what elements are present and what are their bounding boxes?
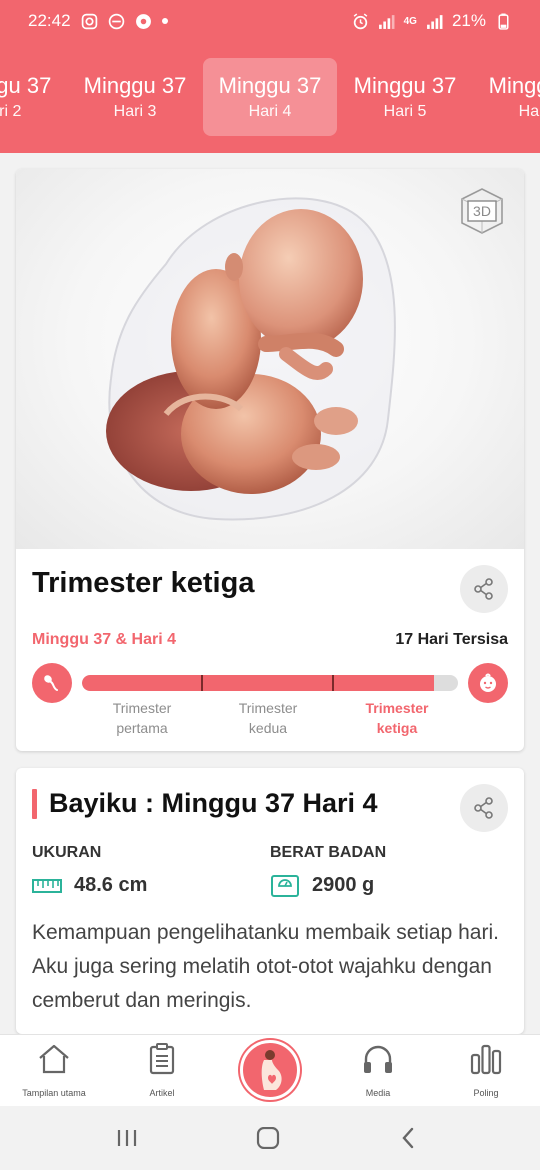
article-icon: [149, 1043, 175, 1075]
pregnancy-progress-bar: [82, 675, 458, 691]
home-button[interactable]: [253, 1126, 283, 1150]
days-remaining: 17 Hari Tersisa: [395, 631, 508, 648]
day-tab-day: Hari 3: [113, 103, 157, 120]
ruler-icon: [32, 878, 62, 893]
alarm-icon: [353, 12, 367, 29]
day-tab[interactable]: Minggu 37 Hari 6: [473, 58, 540, 136]
title-accent-bar: [32, 789, 37, 819]
home-icon: [39, 1044, 69, 1074]
share-button[interactable]: [460, 784, 508, 832]
size-label: UKURAN: [32, 844, 102, 861]
baby-week-title: Bayiku : Minggu 37 Hari 4: [49, 788, 378, 818]
instagram-icon: [81, 13, 97, 29]
baby-description: Kemampuan pengelihatanku membaik setiap …: [32, 921, 499, 1012]
weight-value: 2900 g: [312, 874, 375, 896]
share-icon: [474, 578, 493, 600]
day-tab-week: Minggu 37: [83, 73, 187, 98]
trimester-3-label: Trimester ketiga: [342, 698, 452, 738]
nav-articles-label: Artikel: [149, 1088, 175, 1098]
network-type: 4G: [403, 15, 417, 27]
back-arrow-icon: [402, 1127, 414, 1149]
day-tab-week: Minggu 37: [488, 73, 540, 98]
day-tab[interactable]: Minggu 37 Hari 2: [0, 58, 67, 136]
nav-media-label: Media: [365, 1088, 391, 1098]
weight-value-row: 2900 g: [270, 874, 374, 897]
day-tab-week: Minggu 37: [353, 73, 457, 98]
trimester-1-line1: Trimester: [112, 700, 172, 716]
do-not-disturb-icon: [108, 13, 124, 29]
day-tab-week: Minggu 37: [0, 73, 52, 98]
poll-icon: [470, 1044, 502, 1075]
size-value: 48.6 cm: [74, 874, 148, 896]
trimester-2-line2: kedua: [248, 720, 288, 736]
share-icon: [474, 797, 493, 819]
baby-info-card: Bayiku : Minggu 37 Hari 4 UKURAN 48.6 cm…: [16, 768, 524, 1034]
trimester-3-line2: ketiga: [376, 720, 418, 736]
3d-view-icon[interactable]: 3D: [456, 185, 508, 237]
recent-apps-button[interactable]: [112, 1126, 142, 1150]
trimester-2-line1: Trimester: [238, 700, 298, 716]
sperm-icon-button: [32, 663, 72, 703]
baby-face-icon: [480, 673, 496, 692]
fetus-illustration: [106, 197, 396, 521]
trimester-3-line1: Trimester: [365, 700, 429, 716]
sperm-icon: [44, 675, 58, 691]
nav-home-label: Tampilan utama: [22, 1088, 86, 1098]
nav-media[interactable]: Media: [324, 1043, 432, 1098]
headphones-icon: [364, 1045, 392, 1073]
nav-poll-label: Poling: [473, 1088, 499, 1098]
notification-dot: [161, 18, 168, 24]
system-navigation-bar: [0, 1106, 540, 1170]
nav-home[interactable]: Tampilan utama: [0, 1043, 108, 1098]
nav-articles[interactable]: Artikel: [108, 1043, 216, 1098]
trimester-divider: [332, 675, 334, 691]
3d-badge-label: 3D: [473, 203, 491, 219]
status-time: 22:42: [28, 11, 71, 30]
day-tab-day: Hari 2: [0, 103, 22, 120]
day-tab-week: Minggu 37: [218, 73, 322, 98]
day-tab[interactable]: Minggu 37 Hari 3: [68, 58, 202, 136]
size-value-row: 48.6 cm: [32, 874, 147, 897]
trimester-1-label: Trimester pertama: [87, 698, 197, 738]
current-week-label: Minggu 37 & Hari 4: [32, 631, 177, 648]
home-circle-icon: [256, 1127, 280, 1149]
trimester-2-label: Trimester kedua: [213, 698, 323, 738]
pregnant-woman-icon: [261, 1050, 282, 1090]
day-tab-day: Hari 4: [248, 103, 292, 120]
recent-apps-icon: [117, 1130, 137, 1146]
scale-icon: [271, 874, 299, 897]
battery-icon: [498, 13, 509, 30]
trimester-divider: [201, 675, 203, 691]
pregnancy-card: 3D Trimester ketiga Minggu 37 & Hari 4 1…: [16, 169, 524, 751]
signal-icon-2: [427, 14, 443, 29]
fetus-3d-image[interactable]: 3D: [16, 169, 524, 549]
nav-poll[interactable]: Poling: [432, 1043, 540, 1098]
trimester-1-line2: pertama: [116, 720, 168, 736]
share-button[interactable]: [460, 565, 508, 613]
battery-percent: 21%: [451, 11, 486, 30]
back-button[interactable]: [393, 1126, 423, 1150]
baby-icon-button: [468, 663, 508, 703]
progress-fill: [82, 675, 434, 691]
weight-label: BERAT BADAN: [270, 844, 387, 861]
chrome-icon: [135, 13, 151, 29]
signal-icon: [378, 14, 395, 29]
pregnancy-center-button[interactable]: [240, 1040, 300, 1100]
day-tab-day: Hari 6: [518, 103, 540, 120]
day-selector[interactable]: Minggu 37 Hari 2 Minggu 37 Hari 3 Minggu…: [0, 42, 540, 153]
day-tab-day: Hari 5: [383, 103, 427, 120]
trimester-title: Trimester ketiga: [32, 567, 255, 599]
day-tab[interactable]: Minggu 37 Hari 5: [338, 58, 472, 136]
status-bar: 22:42 4G 21%: [0, 0, 540, 42]
day-tab-selected[interactable]: Minggu 37 Hari 4: [203, 58, 337, 136]
